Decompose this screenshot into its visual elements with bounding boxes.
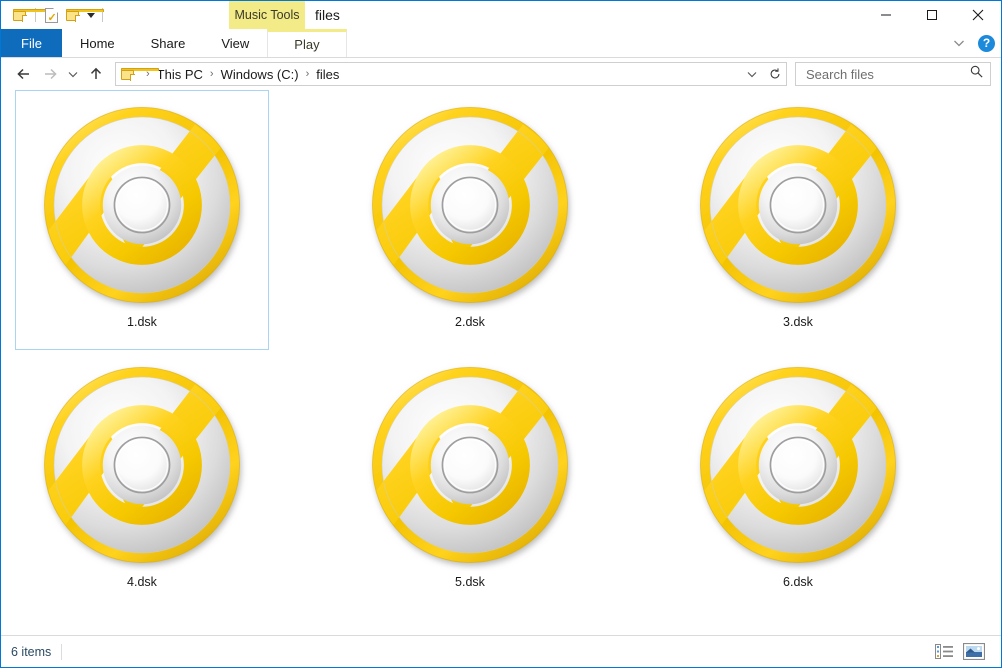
title-bar: ✓ Music Tools files xyxy=(1,1,1001,29)
up-button[interactable] xyxy=(83,61,109,87)
tab-home[interactable]: Home xyxy=(62,29,133,57)
search-box[interactable] xyxy=(795,62,991,86)
contextual-tab-group-header: Music Tools xyxy=(229,1,305,29)
maximize-button[interactable] xyxy=(909,1,955,29)
address-bar: › This PC › Windows (C:) › files xyxy=(1,58,1001,90)
breadcrumb-this-pc[interactable]: This PC xyxy=(154,67,206,82)
view-switcher xyxy=(933,642,991,662)
minimize-button[interactable] xyxy=(863,1,909,29)
disc-icon xyxy=(36,99,248,311)
tab-file[interactable]: File xyxy=(1,29,62,57)
file-item-4[interactable]: 4.dsk xyxy=(15,350,269,610)
ribbon-tab-bar: File Home Share View Play ? xyxy=(1,29,1001,58)
window-controls xyxy=(863,1,1001,29)
file-item-5[interactable]: 5.dsk xyxy=(343,350,597,610)
file-list-view[interactable]: 1.dsk 2.dsk 3.dsk 4.dsk 5.dsk 6.dsk xyxy=(1,90,1001,635)
disc-icon xyxy=(692,359,904,571)
folder-glyph xyxy=(121,67,159,81)
disc-icon xyxy=(692,99,904,311)
quick-access-toolbar: ✓ xyxy=(1,1,107,29)
back-button[interactable] xyxy=(11,61,37,87)
breadcrumb-separator-2[interactable]: › xyxy=(302,68,314,80)
document-check-glyph: ✓ xyxy=(44,7,58,23)
file-item-6[interactable]: 6.dsk xyxy=(671,350,925,610)
file-explorer-window: ✓ Music Tools files File Home Share View… xyxy=(0,0,1002,668)
tab-play-label: Play xyxy=(294,37,320,52)
search-input[interactable] xyxy=(804,65,969,83)
tab-share[interactable]: Share xyxy=(133,29,204,57)
file-name-label: 5.dsk xyxy=(455,575,485,589)
file-name-label: 4.dsk xyxy=(127,575,157,589)
tab-play[interactable]: Play xyxy=(267,29,347,57)
status-bar: 6 items xyxy=(1,635,1001,667)
refresh-button[interactable] xyxy=(763,62,787,86)
tab-home-label: Home xyxy=(79,35,115,51)
file-item-2[interactable]: 2.dsk xyxy=(343,90,597,350)
new-folder-icon[interactable] xyxy=(62,4,104,26)
breadcrumb-folder-icon xyxy=(116,67,159,81)
breadcrumb-files[interactable]: files xyxy=(313,67,342,82)
window-title: files xyxy=(315,7,340,23)
item-count-label: 6 items xyxy=(11,644,52,659)
expand-ribbon-chevron-down-icon[interactable] xyxy=(950,34,968,52)
tab-view-label: View xyxy=(221,35,250,51)
disc-icon xyxy=(364,359,576,571)
help-icon[interactable]: ? xyxy=(978,34,995,52)
file-item-1[interactable]: 1.dsk xyxy=(15,90,269,350)
close-button[interactable] xyxy=(955,1,1001,29)
file-name-label: 6.dsk xyxy=(783,575,813,589)
file-name-label: 3.dsk xyxy=(783,315,813,329)
status-divider xyxy=(61,643,63,660)
file-item-3[interactable]: 3.dsk xyxy=(671,90,925,350)
folder-glyph xyxy=(12,8,51,22)
folder-icon[interactable] xyxy=(9,4,51,26)
breadcrumb-bar[interactable]: › This PC › Windows (C:) › files xyxy=(115,62,764,86)
large-icons-view-button[interactable] xyxy=(963,642,985,662)
file-grid: 1.dsk 2.dsk 3.dsk 4.dsk 5.dsk 6.dsk xyxy=(15,90,999,610)
disc-icon xyxy=(36,359,248,571)
address-dropdown-chevron-down-icon[interactable] xyxy=(741,63,763,85)
tab-share-label: Share xyxy=(150,35,186,51)
details-view-button[interactable] xyxy=(933,642,955,662)
recent-locations-chevron-down-icon[interactable] xyxy=(63,61,83,87)
tab-view[interactable]: View xyxy=(203,29,267,57)
search-icon[interactable] xyxy=(969,64,984,84)
file-name-label: 1.dsk xyxy=(127,315,157,329)
help-icon-glyph: ? xyxy=(982,36,991,50)
tab-file-label: File xyxy=(21,35,42,51)
contextual-tab-group-label: Music Tools xyxy=(234,8,300,22)
file-name-label: 2.dsk xyxy=(455,315,485,329)
breadcrumb-separator-1[interactable]: › xyxy=(206,68,218,80)
properties-icon[interactable]: ✓ xyxy=(40,4,62,26)
breadcrumb-windows-c[interactable]: Windows (C:) xyxy=(218,67,302,82)
new-folder-glyph xyxy=(65,8,104,22)
ribbon-right-controls: ? xyxy=(950,29,995,57)
disc-icon xyxy=(364,99,576,311)
forward-button[interactable] xyxy=(37,61,63,87)
